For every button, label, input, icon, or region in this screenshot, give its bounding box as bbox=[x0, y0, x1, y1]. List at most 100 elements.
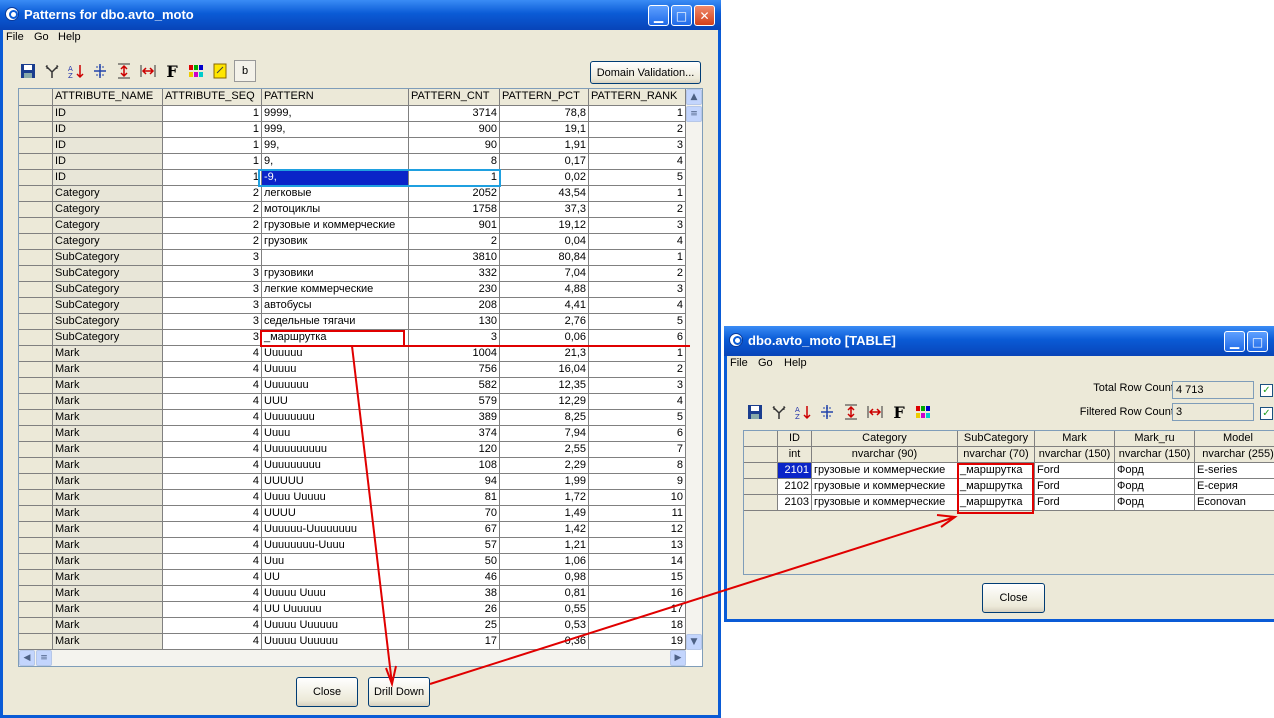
cell-attribute-seq[interactable]: 2 bbox=[163, 202, 262, 218]
cell-pattern-pct[interactable]: 0,55 bbox=[500, 602, 589, 618]
title-bar[interactable]: dbo.avto_moto [TABLE] ▁ □ bbox=[724, 326, 1274, 356]
cell-attribute-seq[interactable]: 4 bbox=[163, 346, 262, 362]
row-header[interactable] bbox=[19, 538, 53, 554]
cell-pattern-rank[interactable]: 13 bbox=[589, 538, 686, 554]
cell-pattern-rank[interactable]: 3 bbox=[589, 282, 686, 298]
cell-pattern[interactable]: UU bbox=[262, 570, 409, 586]
cell-attribute-seq[interactable]: 4 bbox=[163, 634, 262, 650]
cell-category[interactable]: грузовые и коммерческие bbox=[812, 463, 958, 479]
cell-pattern[interactable] bbox=[262, 250, 409, 266]
cell-pattern-cnt[interactable]: 1004 bbox=[409, 346, 500, 362]
cell-pattern-rank[interactable]: 3 bbox=[589, 138, 686, 154]
cell-attribute-name[interactable]: ID bbox=[53, 138, 163, 154]
cell-attribute-name[interactable]: Mark bbox=[53, 378, 163, 394]
cell-pattern[interactable]: легковые bbox=[262, 186, 409, 202]
row-header[interactable] bbox=[19, 618, 53, 634]
cell-pattern-rank[interactable]: 7 bbox=[589, 442, 686, 458]
cell-attribute-seq[interactable]: 4 bbox=[163, 602, 262, 618]
cell-pattern[interactable]: UUUUU bbox=[262, 474, 409, 490]
cell-pattern-pct[interactable]: 1,49 bbox=[500, 506, 589, 522]
cell-pattern-rank[interactable]: 17 bbox=[589, 602, 686, 618]
cell-pattern-pct[interactable]: 19,12 bbox=[500, 218, 589, 234]
minimize-button[interactable]: ▁ bbox=[648, 5, 669, 26]
col-header-id[interactable]: ID bbox=[778, 431, 812, 447]
columns-icon[interactable] bbox=[90, 61, 110, 81]
cell-pattern-pct[interactable]: 21,3 bbox=[500, 346, 589, 362]
cell-pattern-rank[interactable]: 19 bbox=[589, 634, 686, 650]
cell-pattern[interactable]: Uuuu bbox=[262, 426, 409, 442]
cell-pattern-cnt[interactable]: 57 bbox=[409, 538, 500, 554]
cell-pattern-cnt[interactable]: 900 bbox=[409, 122, 500, 138]
maximize-button[interactable]: □ bbox=[671, 5, 692, 26]
cell-pattern-rank[interactable]: 4 bbox=[589, 298, 686, 314]
cell-id[interactable]: 2101 bbox=[778, 463, 812, 479]
vertical-scrollbar[interactable]: ▲ ≡ ▼ bbox=[686, 89, 702, 650]
cell-pattern-pct[interactable]: 19,1 bbox=[500, 122, 589, 138]
cell-pattern[interactable]: 9, bbox=[262, 154, 409, 170]
row-height-icon[interactable] bbox=[114, 61, 134, 81]
cell-attribute-seq[interactable]: 4 bbox=[163, 570, 262, 586]
cell-pattern[interactable]: Uuuuuuuu-Uuuu bbox=[262, 538, 409, 554]
cell-pattern-pct[interactable]: 7,94 bbox=[500, 426, 589, 442]
row-header[interactable] bbox=[19, 122, 53, 138]
cell-pattern[interactable]: мотоциклы bbox=[262, 202, 409, 218]
cell-pattern[interactable]: Uuuuuu-Uuuuuuuu bbox=[262, 522, 409, 538]
menu-help[interactable]: Help bbox=[58, 31, 81, 43]
col-width-icon[interactable] bbox=[865, 402, 885, 422]
cell-pattern-cnt[interactable]: 208 bbox=[409, 298, 500, 314]
cell-attribute-name[interactable]: SubCategory bbox=[53, 282, 163, 298]
col-type-id[interactable]: int bbox=[778, 447, 812, 463]
row-header[interactable] bbox=[19, 234, 53, 250]
row-header[interactable] bbox=[744, 495, 778, 511]
cell-pattern-pct[interactable]: 37,3 bbox=[500, 202, 589, 218]
cell-pattern-rank[interactable]: 2 bbox=[589, 266, 686, 282]
cell-pattern-rank[interactable]: 3 bbox=[589, 378, 686, 394]
cell-pattern-rank[interactable]: 1 bbox=[589, 186, 686, 202]
scroll-left-arrow[interactable]: ◀ bbox=[19, 650, 35, 666]
cell-pattern-rank[interactable]: 3 bbox=[589, 218, 686, 234]
sort-icon[interactable]: AZ bbox=[66, 61, 86, 81]
cell-attribute-seq[interactable]: 3 bbox=[163, 330, 262, 346]
row-header[interactable] bbox=[19, 458, 53, 474]
cell-pattern-cnt[interactable]: 70 bbox=[409, 506, 500, 522]
col-header-subcategory[interactable]: SubCategory bbox=[958, 431, 1035, 447]
row-header[interactable] bbox=[19, 218, 53, 234]
cell-pattern[interactable]: Uuu bbox=[262, 554, 409, 570]
font-icon[interactable]: F bbox=[889, 402, 909, 422]
cell-attribute-seq[interactable]: 2 bbox=[163, 218, 262, 234]
row-header[interactable] bbox=[744, 479, 778, 495]
cell-pattern-pct[interactable]: 1,42 bbox=[500, 522, 589, 538]
cell-pattern-cnt[interactable]: 3810 bbox=[409, 250, 500, 266]
cell-pattern-cnt[interactable]: 1758 bbox=[409, 202, 500, 218]
cell-attribute-seq[interactable]: 1 bbox=[163, 170, 262, 186]
row-header[interactable] bbox=[19, 138, 53, 154]
cell-pattern[interactable]: легкие коммерческие bbox=[262, 282, 409, 298]
cell-pattern[interactable]: UUUU bbox=[262, 506, 409, 522]
cell-pattern-rank[interactable]: 12 bbox=[589, 522, 686, 538]
cell-pattern[interactable]: Uuuuuu bbox=[262, 346, 409, 362]
cell-pattern-cnt[interactable]: 579 bbox=[409, 394, 500, 410]
cell-pattern-cnt[interactable]: 81 bbox=[409, 490, 500, 506]
cell-pattern-rank[interactable]: 5 bbox=[589, 314, 686, 330]
row-header[interactable] bbox=[744, 463, 778, 479]
cell-model[interactable]: E-серия bbox=[1195, 479, 1274, 495]
cell-attribute-seq[interactable]: 4 bbox=[163, 458, 262, 474]
cell-pattern-cnt[interactable]: 67 bbox=[409, 522, 500, 538]
cell-attribute-seq[interactable]: 4 bbox=[163, 586, 262, 602]
cell-pattern-pct[interactable]: 2,29 bbox=[500, 458, 589, 474]
cell-attribute-seq[interactable]: 1 bbox=[163, 154, 262, 170]
col-width-icon[interactable] bbox=[138, 61, 158, 81]
row-header[interactable] bbox=[19, 314, 53, 330]
cell-pattern-pct[interactable]: 8,25 bbox=[500, 410, 589, 426]
col-type-subcategory[interactable]: nvarchar (70) bbox=[958, 447, 1035, 463]
cell-pattern-cnt[interactable]: 17 bbox=[409, 634, 500, 650]
cell-pattern-rank[interactable]: 9 bbox=[589, 474, 686, 490]
col-type-mark-ru[interactable]: nvarchar (150) bbox=[1115, 447, 1195, 463]
cell-attribute-name[interactable]: SubCategory bbox=[53, 298, 163, 314]
row-header[interactable] bbox=[19, 394, 53, 410]
cell-attribute-name[interactable]: Mark bbox=[53, 490, 163, 506]
cell-pattern-pct[interactable]: 1,72 bbox=[500, 490, 589, 506]
cell-pattern[interactable]: UU Uuuuuu bbox=[262, 602, 409, 618]
col-type-mark[interactable]: nvarchar (150) bbox=[1035, 447, 1115, 463]
cell-attribute-name[interactable]: Mark bbox=[53, 554, 163, 570]
